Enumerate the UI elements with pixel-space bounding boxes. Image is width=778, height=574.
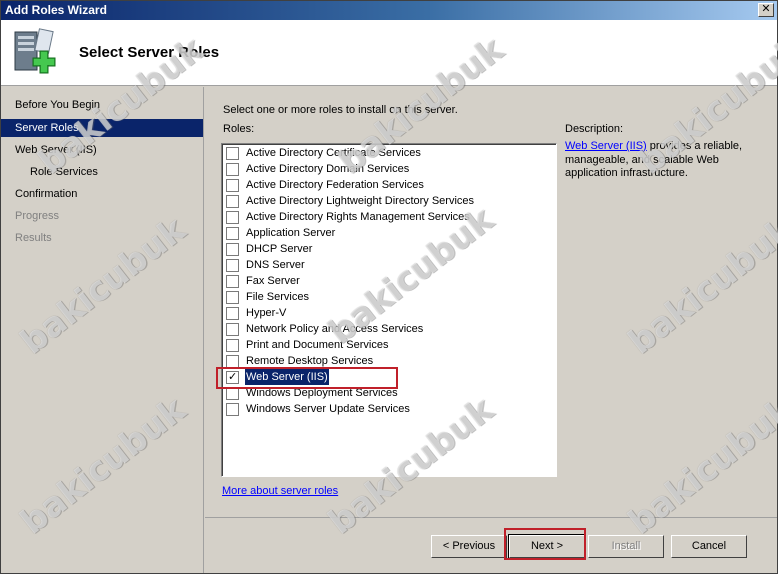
description-label: Description: [565, 123, 624, 135]
role-checkbox[interactable] [226, 275, 239, 288]
sidebar-item-web-server-iis[interactable]: Web Server (IIS) [1, 141, 203, 159]
role-label: Web Server (IIS) [244, 368, 330, 386]
role-label: File Services [246, 291, 309, 303]
main-content: Select one or more roles to install on t… [205, 87, 777, 517]
close-button[interactable]: ✕ [758, 3, 774, 17]
server-add-icon [11, 28, 61, 80]
instruction-text: Select one or more roles to install on t… [223, 104, 458, 116]
role-checkbox[interactable] [226, 387, 239, 400]
sidebar-item-results: Results [15, 232, 52, 244]
role-checkbox[interactable] [226, 339, 239, 352]
role-label: Active Directory Federation Services [246, 179, 424, 191]
role-label: Network Policy and Access Services [246, 323, 424, 335]
title-bar[interactable]: Add Roles Wizard ✕ [1, 1, 777, 20]
role-label: Active Directory Rights Management Servi… [246, 211, 470, 223]
add-roles-wizard-window: Add Roles Wizard ✕ Select Server Roles B… [0, 0, 778, 574]
install-button: Install [588, 535, 664, 558]
wizard-header: Select Server Roles [1, 20, 777, 86]
role-checkbox[interactable] [226, 211, 239, 224]
role-checkbox[interactable] [226, 291, 239, 304]
description-text: Web Server (IIS) provides a reliable, ma… [565, 140, 765, 181]
role-label: Active Directory Certificate Services [246, 147, 421, 159]
roles-list[interactable]: Active Directory Certificate Services Ac… [221, 143, 557, 477]
role-checkbox[interactable] [226, 163, 239, 176]
role-checkbox[interactable] [226, 403, 239, 416]
role-label: DHCP Server [246, 243, 313, 255]
cancel-button[interactable]: Cancel [671, 535, 747, 558]
role-checkbox[interactable] [226, 227, 239, 240]
sidebar-item-before-you-begin[interactable]: Before You Begin [1, 96, 203, 114]
role-checkbox[interactable] [226, 179, 239, 192]
role-label: Print and Document Services [246, 339, 389, 351]
role-checkbox[interactable] [226, 147, 239, 160]
description-link[interactable]: Web Server (IIS) [565, 140, 647, 152]
role-checkbox-checked[interactable] [226, 369, 239, 385]
sidebar-item-server-roles[interactable]: Server Roles [1, 119, 203, 137]
sidebar-item-progress: Progress [15, 210, 60, 222]
sidebar-item-role-services[interactable]: Role Services [1, 163, 203, 181]
role-label: Windows Deployment Services [246, 387, 398, 399]
role-checkbox[interactable] [226, 259, 239, 272]
role-checkbox[interactable] [226, 243, 239, 256]
next-button[interactable]: Next > [508, 534, 586, 559]
role-label: Active Directory Domain Services [246, 163, 410, 175]
role-label: Hyper-V [246, 307, 287, 319]
role-label: DNS Server [246, 259, 305, 271]
role-checkbox[interactable] [226, 195, 239, 208]
role-label: Application Server [246, 227, 336, 239]
page-title: Select Server Roles [79, 44, 220, 61]
more-about-server-roles-link[interactable]: More about server roles [222, 485, 338, 497]
role-checkbox[interactable] [226, 355, 239, 368]
wizard-footer: < Previous Next > Install Cancel [205, 517, 777, 573]
previous-button[interactable]: < Previous [431, 535, 507, 558]
close-icon: ✕ [761, 3, 771, 15]
sidebar-item-confirmation[interactable]: Confirmation [1, 185, 203, 203]
role-label: Fax Server [246, 275, 300, 287]
role-label: Active Directory Lightweight Directory S… [246, 195, 475, 207]
role-checkbox[interactable] [226, 307, 239, 320]
roles-label: Roles: [223, 123, 255, 135]
window-title: Add Roles Wizard [5, 3, 107, 17]
role-label: Windows Server Update Services [246, 403, 410, 415]
role-checkbox[interactable] [226, 323, 239, 336]
wizard-steps-sidebar: Before You Begin Server Roles Web Server… [1, 87, 204, 573]
role-label: Remote Desktop Services [246, 355, 374, 367]
